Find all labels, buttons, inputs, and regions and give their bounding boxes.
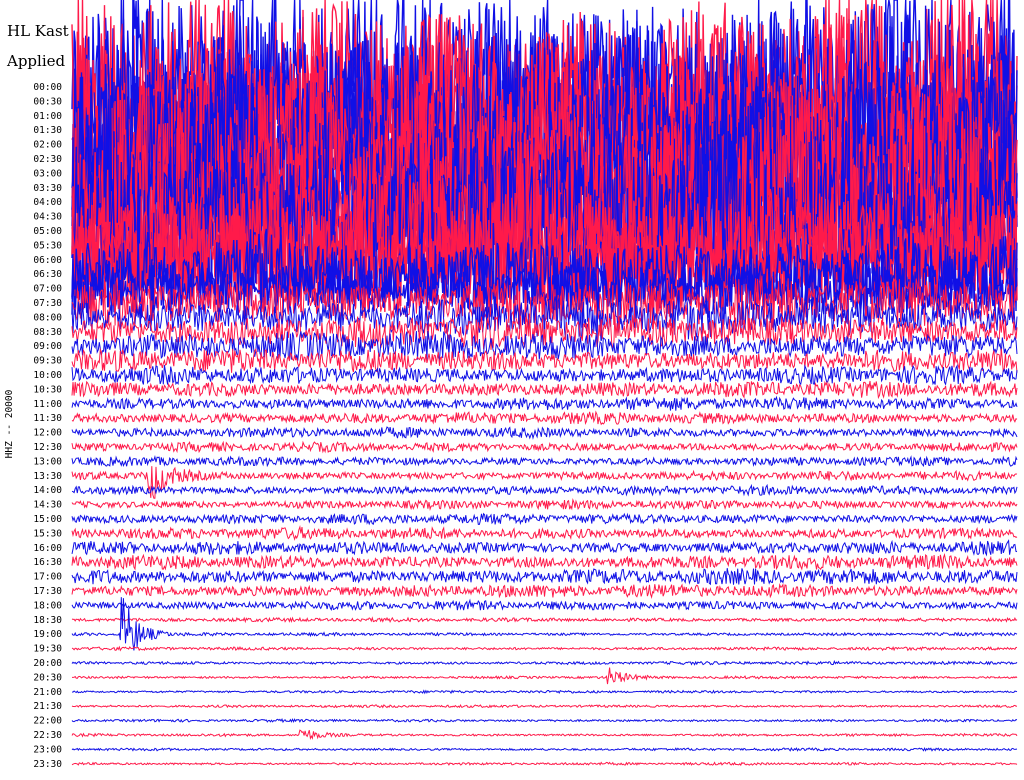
time-label: 05:30 — [33, 240, 62, 251]
time-label: 08:30 — [33, 327, 62, 338]
time-label: 14:30 — [33, 500, 62, 511]
time-label: 03:30 — [33, 183, 62, 194]
time-label: 17:00 — [33, 572, 62, 583]
time-label: 02:00 — [33, 140, 62, 151]
time-label: 07:00 — [33, 284, 62, 295]
helicorder-chart: 00:00 00:30 01:00 01:30 02:00 02:30 03:00 03:30… — [0, 0, 1024, 780]
time-label: 20:00 — [33, 658, 62, 669]
time-label: 13:00 — [33, 456, 62, 467]
time-label: 01:00 — [33, 111, 62, 122]
time-label: 01:30 — [33, 125, 62, 136]
time-label: 19:00 — [33, 629, 62, 640]
time-label: 21:00 — [33, 687, 62, 698]
time-label: 12:00 — [33, 428, 62, 439]
time-label: 06:00 — [33, 255, 62, 266]
time-label: 09:30 — [33, 356, 62, 367]
time-label: 02:30 — [33, 154, 62, 165]
time-label: 16:00 — [33, 543, 62, 554]
time-label: 23:30 — [33, 759, 62, 770]
time-label: 14:00 — [33, 485, 62, 496]
time-label: 05:00 — [33, 226, 62, 237]
time-label: 15:30 — [33, 528, 62, 539]
time-label: 18:00 — [33, 600, 62, 611]
time-label: 11:30 — [33, 413, 62, 424]
time-label: 18:30 — [33, 615, 62, 626]
time-label: 06:30 — [33, 269, 62, 280]
time-label: 04:00 — [33, 197, 62, 208]
time-label: 20:30 — [33, 672, 62, 683]
time-label: 17:30 — [33, 586, 62, 597]
time-label: 10:00 — [33, 370, 62, 381]
time-label: 03:00 — [33, 168, 62, 179]
time-label: 19:30 — [33, 644, 62, 655]
time-label: 21:30 — [33, 701, 62, 712]
time-label: 22:30 — [33, 730, 62, 741]
time-label: 10:30 — [33, 384, 62, 395]
time-label: 07:30 — [33, 298, 62, 309]
filter-label: Applied — [6, 52, 66, 70]
y-axis-label: HHZ -- 20000 — [4, 389, 15, 458]
time-label: 16:30 — [33, 557, 62, 568]
time-label: 00:30 — [33, 96, 62, 107]
time-label: 11:00 — [33, 399, 62, 410]
time-label: 04:30 — [33, 212, 62, 223]
time-label: 09:00 — [33, 341, 62, 352]
station-title: HL Kast — [7, 22, 69, 40]
time-label: 22:00 — [33, 716, 62, 727]
time-label: 12:30 — [33, 442, 62, 453]
time-label: 08:00 — [33, 312, 62, 323]
time-label: 13:30 — [33, 471, 62, 482]
time-label: 15:00 — [33, 514, 62, 525]
time-label: 00:00 — [33, 82, 62, 93]
time-label: 23:00 — [33, 744, 62, 755]
